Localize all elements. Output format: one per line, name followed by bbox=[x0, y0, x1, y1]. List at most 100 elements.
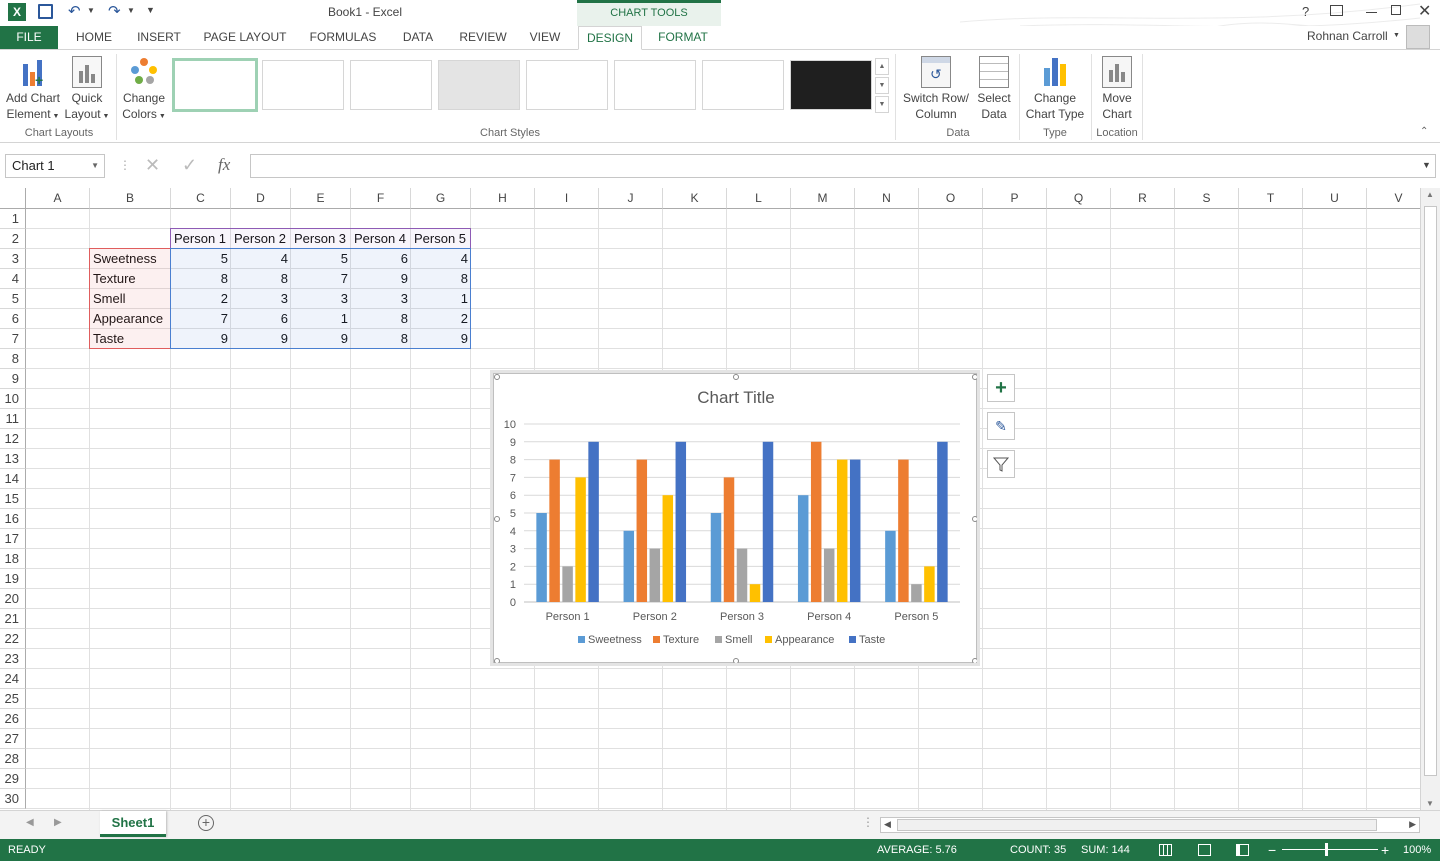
column-header-c[interactable]: C bbox=[171, 188, 231, 209]
save-icon[interactable] bbox=[38, 4, 53, 19]
switch-row-column-button[interactable]: ↺ Switch Row/ Column bbox=[900, 56, 972, 122]
avatar[interactable] bbox=[1406, 25, 1430, 49]
tab-data[interactable]: DATA bbox=[394, 26, 442, 49]
column-header-t[interactable]: T bbox=[1239, 188, 1303, 209]
legend-swatch-texture[interactable] bbox=[653, 636, 660, 643]
row-header-15[interactable]: 15 bbox=[0, 489, 26, 509]
status-sum[interactable]: SUM: 144 bbox=[1081, 839, 1130, 861]
add-chart-element-button[interactable]: + Add Chart Element ▼ bbox=[4, 56, 62, 125]
chart-style-6[interactable] bbox=[614, 60, 696, 110]
y-tick-label[interactable]: 5 bbox=[510, 508, 516, 520]
row-header-29[interactable]: 29 bbox=[0, 769, 26, 789]
legend-label[interactable]: Texture bbox=[663, 634, 699, 646]
bar-smell-4[interactable] bbox=[823, 548, 835, 602]
row-header-13[interactable]: 13 bbox=[0, 449, 26, 469]
sheet-tab-sheet1[interactable]: Sheet1 bbox=[100, 811, 166, 837]
row-header-25[interactable]: 25 bbox=[0, 689, 26, 709]
column-header-p[interactable]: P bbox=[983, 188, 1047, 209]
row-header-30[interactable]: 30 bbox=[0, 789, 26, 809]
select-all-corner[interactable] bbox=[0, 188, 26, 209]
select-data-button[interactable]: Select Data bbox=[972, 56, 1016, 122]
y-tick-label[interactable]: 4 bbox=[510, 526, 516, 538]
column-header-b[interactable]: B bbox=[90, 188, 171, 209]
row-header-7[interactable]: 7 bbox=[0, 329, 26, 349]
row-header-23[interactable]: 23 bbox=[0, 649, 26, 669]
row-header-10[interactable]: 10 bbox=[0, 389, 26, 409]
x-tick-label[interactable]: Person 4 bbox=[807, 611, 851, 623]
chart-style-4[interactable] bbox=[438, 60, 520, 110]
bar-sweetness-5[interactable] bbox=[885, 530, 896, 602]
resize-handle[interactable] bbox=[972, 374, 978, 380]
row-header-14[interactable]: 14 bbox=[0, 469, 26, 489]
row-header-5[interactable]: 5 bbox=[0, 289, 26, 309]
y-tick-label[interactable]: 1 bbox=[510, 579, 516, 591]
row-header-12[interactable]: 12 bbox=[0, 429, 26, 449]
series-name-range-highlight[interactable] bbox=[170, 228, 471, 249]
tab-home[interactable]: HOME bbox=[68, 26, 120, 49]
scroll-right-icon[interactable]: ▶ bbox=[1409, 819, 1416, 830]
vertical-scroll-thumb[interactable] bbox=[1424, 206, 1437, 776]
row-header-6[interactable]: 6 bbox=[0, 309, 26, 329]
chart-style-5[interactable] bbox=[526, 60, 608, 110]
change-chart-type-button[interactable]: Change Chart Type bbox=[1022, 56, 1088, 122]
close-icon[interactable]: ✕ bbox=[1418, 1, 1431, 21]
gallery-scroll-up-button[interactable]: ▲ bbox=[875, 58, 889, 75]
zoom-slider-thumb[interactable] bbox=[1325, 843, 1328, 856]
sheet-scroll-right-icon[interactable]: ▶ bbox=[54, 817, 62, 828]
user-dropdown-icon[interactable]: ▼ bbox=[1393, 32, 1400, 39]
y-tick-label[interactable]: 8 bbox=[510, 455, 516, 467]
legend-label[interactable]: Appearance bbox=[775, 634, 834, 646]
row-header-26[interactable]: 26 bbox=[0, 709, 26, 729]
legend-swatch-sweetness[interactable] bbox=[578, 636, 585, 643]
legend-swatch-smell[interactable] bbox=[715, 636, 722, 643]
chart-title[interactable]: Chart Title bbox=[697, 388, 774, 407]
row-header-18[interactable]: 18 bbox=[0, 549, 26, 569]
column-header-h[interactable]: H bbox=[471, 188, 535, 209]
new-sheet-icon[interactable]: + bbox=[198, 815, 214, 831]
bar-smell-1[interactable] bbox=[562, 566, 573, 602]
horizontal-scroll-thumb[interactable] bbox=[897, 819, 1377, 831]
bar-smell-2[interactable] bbox=[649, 548, 661, 602]
tab-file[interactable]: FILE bbox=[0, 26, 58, 49]
resize-handle[interactable] bbox=[494, 658, 500, 664]
resize-handle[interactable] bbox=[972, 516, 978, 522]
chart-style-1[interactable] bbox=[172, 58, 258, 112]
status-average[interactable]: AVERAGE: 5.76 bbox=[877, 839, 957, 861]
scroll-up-icon[interactable]: ▲ bbox=[1426, 190, 1434, 199]
column-header-r[interactable]: R bbox=[1111, 188, 1175, 209]
formula-bar-grip-icon[interactable]: ⋮ bbox=[119, 158, 131, 172]
resize-handle[interactable] bbox=[972, 658, 978, 664]
change-colors-button[interactable]: Change Colors ▼ bbox=[120, 56, 168, 125]
bar-texture-4[interactable] bbox=[810, 441, 822, 602]
gallery-scroll-down-button[interactable]: ▼ bbox=[875, 77, 889, 94]
bar-taste-1[interactable] bbox=[588, 441, 599, 602]
chart-style-8[interactable] bbox=[790, 60, 872, 110]
row-header-9[interactable]: 9 bbox=[0, 369, 26, 389]
row-header-16[interactable]: 16 bbox=[0, 509, 26, 529]
values-range-highlight[interactable] bbox=[170, 248, 471, 349]
bar-texture-2[interactable] bbox=[636, 459, 648, 602]
row-header-22[interactable]: 22 bbox=[0, 629, 26, 649]
resize-handle[interactable] bbox=[733, 658, 739, 664]
bar-sweetness-2[interactable] bbox=[623, 530, 635, 602]
gallery-more-button[interactable]: ▼ bbox=[875, 96, 889, 113]
tab-design[interactable]: DESIGN bbox=[578, 26, 642, 50]
normal-view-icon[interactable] bbox=[1159, 844, 1172, 856]
column-header-m[interactable]: M bbox=[791, 188, 855, 209]
bar-texture-1[interactable] bbox=[549, 459, 560, 602]
zoom-in-icon[interactable]: + bbox=[1381, 839, 1389, 861]
column-header-a[interactable]: A bbox=[26, 188, 90, 209]
resize-handle[interactable] bbox=[494, 374, 500, 380]
row-header-4[interactable]: 4 bbox=[0, 269, 26, 289]
ribbon-display-options-icon[interactable] bbox=[1330, 5, 1343, 16]
cancel-entry-icon[interactable]: ✕ bbox=[145, 155, 160, 176]
column-header-j[interactable]: J bbox=[599, 188, 663, 209]
bar-taste-5[interactable] bbox=[937, 441, 948, 602]
x-tick-label[interactable]: Person 3 bbox=[720, 611, 764, 623]
maximize-icon[interactable] bbox=[1391, 5, 1401, 15]
tab-format[interactable]: FORMAT bbox=[645, 26, 721, 49]
column-header-l[interactable]: L bbox=[727, 188, 791, 209]
y-tick-label[interactable]: 3 bbox=[510, 544, 516, 556]
x-tick-label[interactable]: Person 5 bbox=[894, 611, 938, 623]
bar-appearance-5[interactable] bbox=[924, 566, 935, 602]
